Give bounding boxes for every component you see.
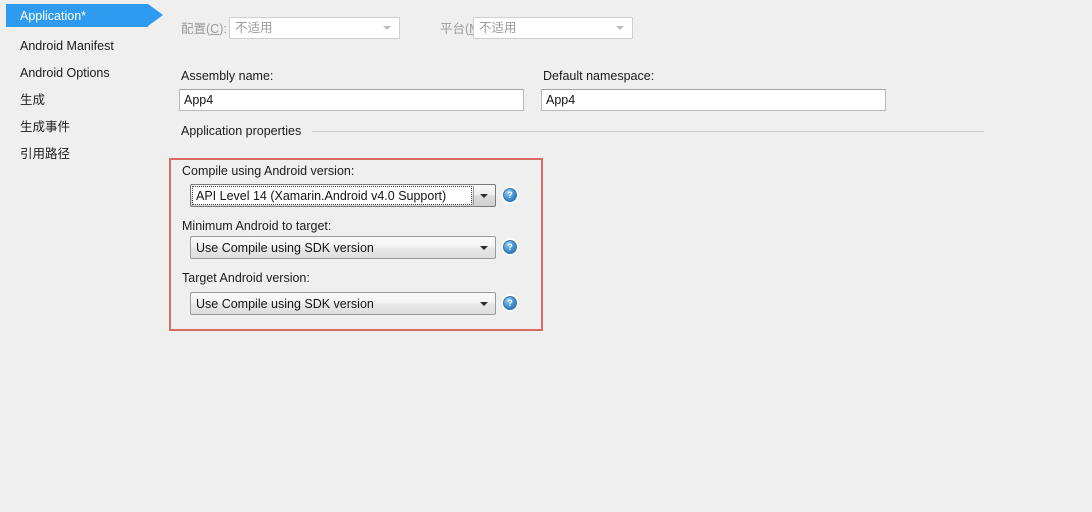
target-android-version-value: Use Compile using SDK version bbox=[196, 296, 374, 311]
help-icon-compile-version[interactable]: ? bbox=[503, 188, 517, 202]
compile-using-android-version-combo[interactable]: API Level 14 (Xamarin.Android v4.0 Suppo… bbox=[190, 184, 496, 207]
minimum-android-to-target-value: Use Compile using SDK version bbox=[196, 240, 374, 255]
default-namespace-label: Default namespace: bbox=[543, 69, 655, 83]
chevron-down-icon bbox=[616, 26, 624, 30]
minimum-android-to-target-label: Minimum Android to target: bbox=[182, 219, 332, 233]
compile-using-android-version-value: API Level 14 (Xamarin.Android v4.0 Suppo… bbox=[196, 188, 447, 203]
application-properties-group-title: Application properties bbox=[181, 124, 302, 138]
configuration-combo[interactable]: 不适用 bbox=[229, 17, 400, 39]
chevron-down-icon bbox=[480, 245, 488, 250]
help-icon-glyph: ? bbox=[507, 298, 513, 308]
group-separator-rule bbox=[312, 131, 984, 132]
platform-combo[interactable]: 不适用 bbox=[473, 17, 633, 39]
assembly-name-label: Assembly name: bbox=[181, 69, 274, 83]
platform-combo-value: 不适用 bbox=[479, 21, 517, 35]
application-settings-panel: 配置(C): 不适用 平台(M): 不适用 Assembly name: App… bbox=[0, 0, 1092, 512]
sidebar-selection-arrow-icon bbox=[148, 4, 163, 26]
chevron-down-icon bbox=[480, 193, 488, 198]
help-icon-target-version[interactable]: ? bbox=[503, 296, 517, 310]
configuration-combo-value: 不适用 bbox=[235, 21, 273, 35]
configuration-label-suffix: ): bbox=[219, 22, 227, 36]
chevron-down-icon bbox=[480, 301, 488, 306]
target-android-version-combo[interactable]: Use Compile using SDK version bbox=[190, 292, 496, 315]
help-icon-glyph: ? bbox=[507, 242, 513, 252]
target-android-version-label: Target Android version: bbox=[182, 271, 310, 285]
minimum-android-to-target-combo[interactable]: Use Compile using SDK version bbox=[190, 236, 496, 259]
platform-label-prefix: 平台( bbox=[440, 22, 470, 36]
help-icon-glyph: ? bbox=[507, 190, 513, 200]
assembly-name-input[interactable]: App4 bbox=[179, 89, 524, 111]
sidebar-item-application[interactable]: Application* bbox=[20, 8, 86, 24]
configuration-label-prefix: 配置( bbox=[181, 22, 211, 36]
configuration-label-mnemonic: C bbox=[210, 22, 220, 36]
compile-using-android-version-label: Compile using Android version: bbox=[182, 164, 355, 178]
configuration-label: 配置(C): bbox=[181, 22, 227, 37]
help-icon-minimum-target[interactable]: ? bbox=[503, 240, 517, 254]
default-namespace-input[interactable]: App4 bbox=[541, 89, 886, 111]
chevron-down-icon bbox=[383, 26, 391, 30]
